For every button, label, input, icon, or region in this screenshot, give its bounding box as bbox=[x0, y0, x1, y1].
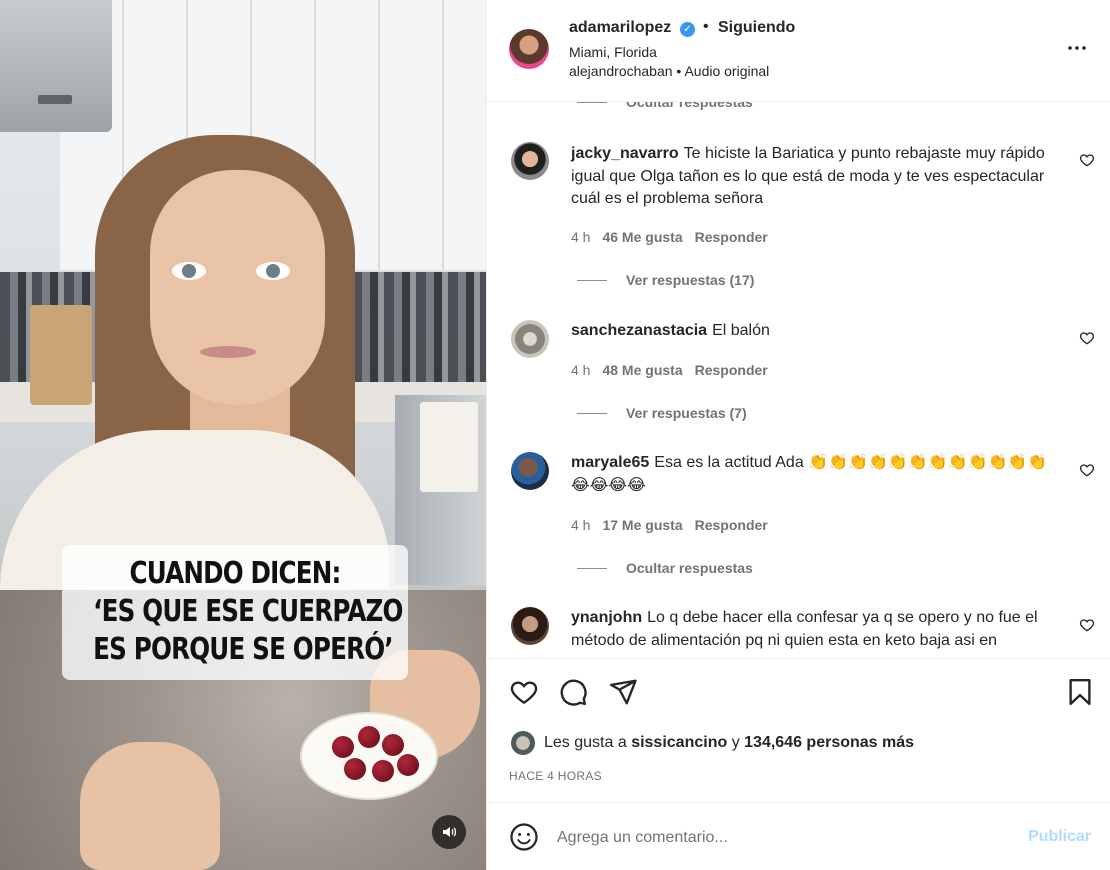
like-heart-icon[interactable] bbox=[509, 677, 539, 707]
comment-username[interactable]: ynanjohn bbox=[571, 609, 642, 626]
hood-logo bbox=[38, 95, 72, 104]
comment-avatar[interactable] bbox=[511, 452, 549, 490]
comment-text: sanchezanastacia El balón bbox=[571, 320, 1061, 343]
comment-bubble-icon[interactable] bbox=[558, 677, 588, 707]
comment-content: El balón bbox=[712, 322, 770, 339]
post-actions: Les gusta a sissicancino y 134,646 perso… bbox=[487, 658, 1110, 802]
cherry bbox=[397, 754, 419, 776]
separator-dot: • bbox=[703, 18, 709, 35]
post-side-panel: adamarilopez ✓ • Siguiendo Miami, Florid… bbox=[486, 0, 1110, 870]
heart-outline-icon[interactable] bbox=[1079, 330, 1095, 346]
comment-text: jacky_navarro Te hiciste la Bariatica y p… bbox=[571, 143, 1061, 211]
thread-line bbox=[577, 102, 607, 103]
comment-composer: Publicar bbox=[487, 802, 1110, 870]
hide-replies-toggle[interactable]: Ocultar respuestas bbox=[626, 560, 753, 576]
comment-text: ynanjohn Lo q debe hacer ella confesar ya… bbox=[571, 607, 1061, 652]
post-audio[interactable]: alejandrochaban • Audio original bbox=[569, 63, 769, 79]
comment-meta: 4 h 48 Me gusta Responder bbox=[571, 362, 780, 378]
liker-avatar[interactable] bbox=[511, 731, 535, 755]
speaker-icon bbox=[443, 827, 457, 837]
towel bbox=[420, 402, 478, 492]
thread-line bbox=[577, 280, 607, 281]
likes-summary[interactable]: Les gusta a sissicancino y 134,646 perso… bbox=[544, 734, 914, 752]
post-location[interactable]: Miami, Florida bbox=[569, 44, 657, 60]
cherry bbox=[382, 734, 404, 756]
comment-likes[interactable]: 48 Me gusta bbox=[602, 362, 682, 378]
more-options-icon[interactable] bbox=[1065, 36, 1089, 60]
video-caption: CUANDO DICEN: ‘ES QUE ESE CUERPAZO ES PO… bbox=[62, 545, 408, 680]
post-header: adamarilopez ✓ • Siguiendo Miami, Florid… bbox=[487, 0, 1110, 102]
view-replies-toggle[interactable]: Ver respuestas (17) bbox=[626, 272, 754, 288]
author-avatar[interactable] bbox=[509, 29, 549, 69]
comment-avatar[interactable] bbox=[511, 320, 549, 358]
post-timestamp[interactable]: HACE 4 HORAS bbox=[509, 769, 602, 783]
comment-meta: 4 h 46 Me gusta Responder bbox=[571, 229, 780, 245]
thread-line bbox=[577, 568, 607, 569]
likes-connector: y bbox=[731, 734, 740, 751]
left-eye bbox=[172, 262, 206, 280]
author-username[interactable]: adamarilopez bbox=[569, 19, 671, 37]
verified-badge-icon: ✓ bbox=[680, 22, 695, 37]
comment-time[interactable]: 4 h bbox=[571, 517, 590, 533]
emoji-icon[interactable] bbox=[509, 822, 539, 852]
cherry bbox=[344, 758, 366, 780]
comment-likes[interactable]: 17 Me gusta bbox=[602, 517, 682, 533]
reply-button[interactable]: Responder bbox=[695, 517, 768, 533]
comment-time[interactable]: 4 h bbox=[571, 229, 590, 245]
comment-username[interactable]: sanchezanastacia bbox=[571, 322, 707, 339]
follow-status-button[interactable]: Siguiendo bbox=[718, 19, 795, 37]
post-video[interactable]: CUANDO DICEN: ‘ES QUE ESE CUERPAZO ES PO… bbox=[0, 0, 486, 870]
likes-prefix: Les gusta a bbox=[544, 734, 627, 751]
cherry bbox=[332, 736, 354, 758]
comment-meta: 4 h 17 Me gusta Responder bbox=[571, 517, 780, 533]
save-bookmark-icon[interactable] bbox=[1065, 677, 1095, 707]
share-paper-plane-icon[interactable] bbox=[608, 677, 638, 707]
cherry-plate bbox=[300, 712, 438, 800]
view-replies-toggle[interactable]: Ver respuestas (7) bbox=[626, 405, 747, 421]
comment-time[interactable]: 4 h bbox=[571, 362, 590, 378]
comment-input[interactable] bbox=[557, 825, 1007, 851]
thread-line bbox=[577, 413, 607, 414]
comments-list[interactable]: Ocultar respuestas jacky_navarro Te hicis… bbox=[487, 102, 1110, 658]
publish-button[interactable]: Publicar bbox=[1028, 828, 1091, 846]
comment-text: maryale65 Esa es la actitud Ada 👏👏👏👏👏👏👏👏👏… bbox=[571, 452, 1061, 497]
right-eye bbox=[256, 262, 290, 280]
comment-avatar[interactable] bbox=[511, 607, 549, 645]
hide-replies-toggle[interactable]: Ocultar respuestas bbox=[626, 102, 753, 110]
comment-username[interactable]: maryale65 bbox=[571, 454, 649, 471]
left-hand bbox=[80, 742, 220, 870]
cherry bbox=[372, 760, 394, 782]
sound-toggle-button[interactable] bbox=[432, 815, 466, 849]
caption-line-2: ‘ES QUE ESE CUERPAZO bbox=[93, 594, 403, 629]
utensil-holder bbox=[30, 305, 92, 405]
reply-button[interactable]: Responder bbox=[695, 362, 768, 378]
range-hood bbox=[0, 0, 112, 132]
reply-button[interactable]: Responder bbox=[695, 229, 768, 245]
lips bbox=[200, 346, 256, 358]
comment-username[interactable]: jacky_navarro bbox=[571, 145, 679, 162]
heart-outline-icon[interactable] bbox=[1079, 152, 1095, 168]
cherry bbox=[358, 726, 380, 748]
liker-username[interactable]: sissicancino bbox=[631, 734, 727, 751]
caption-line-1: CUANDO DICEN: bbox=[129, 556, 342, 591]
caption-line-3: ES PORQUE SE OPERÓ’ bbox=[93, 632, 394, 667]
likes-others-count[interactable]: 134,646 personas más bbox=[744, 734, 914, 751]
heart-outline-icon[interactable] bbox=[1079, 462, 1095, 478]
comment-avatar[interactable] bbox=[511, 142, 549, 180]
comment-likes[interactable]: 46 Me gusta bbox=[602, 229, 682, 245]
heart-outline-icon[interactable] bbox=[1079, 617, 1095, 633]
woman-face bbox=[150, 170, 325, 405]
